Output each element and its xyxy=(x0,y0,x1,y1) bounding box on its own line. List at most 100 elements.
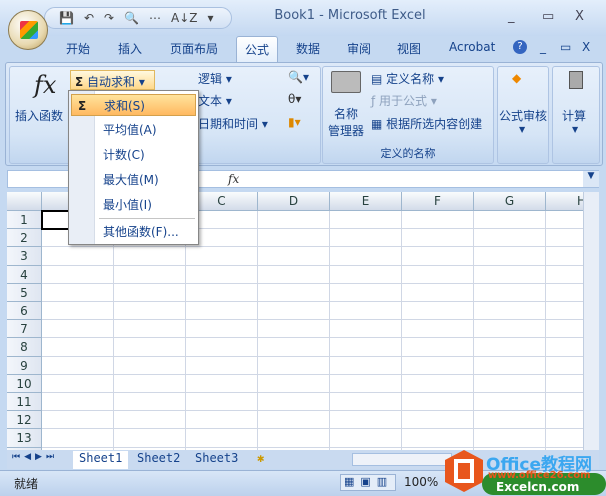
math-trig-icon[interactable]: θ▾ xyxy=(288,92,301,106)
menu-item-average[interactable]: 平均值(A) xyxy=(71,119,196,141)
table-row[interactable] xyxy=(42,247,583,266)
expand-formula-bar-icon[interactable]: ▼ xyxy=(583,171,599,187)
quick-access-toolbar: 💾 ↶ ↷ 🔍 ⋯ A↓Z ▾ xyxy=(44,7,232,29)
insert-function-button[interactable]: 插入函数 xyxy=(15,107,63,124)
table-row[interactable] xyxy=(42,284,583,302)
table-row[interactable] xyxy=(42,266,583,284)
view-buttons[interactable]: ▦▣▥ xyxy=(340,474,396,491)
row-header[interactable]: 7 xyxy=(7,320,42,339)
tab-formulas[interactable]: 公式 xyxy=(236,36,279,63)
shapes-icon[interactable]: ⋯ xyxy=(149,11,161,25)
lookup-reference-icon[interactable]: 🔍▾ xyxy=(288,70,309,84)
formula-auditing-button[interactable]: 公式审核 xyxy=(499,107,547,124)
calculation-button[interactable]: 计算 xyxy=(562,107,586,124)
print-preview-icon[interactable]: 🔍 xyxy=(124,11,139,25)
close-button[interactable]: X xyxy=(575,9,584,24)
calculation-group[interactable]: 计算 ▼ xyxy=(552,66,600,164)
menu-item-count[interactable]: 计数(C) xyxy=(71,144,196,166)
office-logo-icon xyxy=(445,450,483,492)
row-header[interactable]: 4 xyxy=(7,265,42,284)
table-row[interactable] xyxy=(42,393,583,412)
text-button[interactable]: 文本 ▾ xyxy=(198,92,232,109)
datetime-button[interactable]: 日期和时间 ▾ xyxy=(198,115,268,132)
chevron-down-icon: ▼ xyxy=(519,125,526,134)
tab-review[interactable]: 审阅 xyxy=(347,40,371,57)
menu-item-min[interactable]: 最小值(I) xyxy=(71,194,196,216)
sheet-nav-icons[interactable]: ⏮◀▶⏭ xyxy=(12,452,58,462)
insert-sheet-icon[interactable]: ✱ xyxy=(257,451,264,465)
help-icon[interactable]: ? xyxy=(513,40,527,54)
text-label: 文本 xyxy=(198,94,223,108)
row-header[interactable]: 5 xyxy=(7,283,42,302)
table-row[interactable] xyxy=(42,338,583,357)
sort-icon[interactable]: A↓Z xyxy=(171,11,197,25)
row-header[interactable]: 3 xyxy=(7,247,42,266)
sheet-tab-3[interactable]: Sheet3 xyxy=(195,451,238,465)
save-icon[interactable]: 💾 xyxy=(59,11,74,25)
workbook-close-button[interactable]: X xyxy=(582,40,590,54)
row-header[interactable]: 11 xyxy=(7,393,42,412)
row-header[interactable]: 6 xyxy=(7,302,42,321)
fx-icon[interactable]: fx xyxy=(228,172,239,186)
tab-acrobat[interactable]: Acrobat xyxy=(449,40,495,54)
menu-item-sum[interactable]: Σ 求和(S) xyxy=(71,94,196,116)
table-row[interactable] xyxy=(42,411,583,430)
minimize-button[interactable]: _ xyxy=(508,9,515,24)
row-header[interactable]: 13 xyxy=(7,429,42,448)
row-header[interactable]: 8 xyxy=(7,338,42,357)
create-from-selection-button[interactable]: ▦ 根据所选内容创建 xyxy=(371,115,482,132)
defined-names-group: 名称 管理器 ▤ 定义名称 ▾ ƒ 用于公式 ▾ ▦ 根据所选内容创建 定义的名… xyxy=(322,66,494,164)
tab-view[interactable]: 视图 xyxy=(397,40,421,57)
zoom-level[interactable]: 100% xyxy=(404,475,438,489)
workbook-minimize-button[interactable]: _ xyxy=(540,40,546,54)
autosum-label: 自动求和 xyxy=(87,75,136,89)
office-button[interactable] xyxy=(8,10,48,50)
horizontal-scrollbar[interactable] xyxy=(352,453,452,466)
row-header[interactable]: 9 xyxy=(7,356,42,375)
tab-data[interactable]: 数据 xyxy=(296,40,320,57)
sigma-icon: Σ xyxy=(75,75,84,89)
formula-auditing-group[interactable]: ◆ 公式审核 ▼ xyxy=(497,66,549,164)
vertical-scrollbar[interactable] xyxy=(583,192,599,450)
tab-insert[interactable]: 插入 xyxy=(118,40,142,57)
table-row[interactable] xyxy=(42,357,583,375)
create-from-selection-label: 根据所选内容创建 xyxy=(386,117,483,131)
column-header[interactable]: D xyxy=(258,192,330,211)
maximize-button[interactable]: ▭ xyxy=(542,9,554,24)
datetime-label: 日期和时间 xyxy=(198,117,259,131)
sheet-tab-1[interactable]: Sheet1 xyxy=(73,451,129,469)
define-name-button[interactable]: ▤ 定义名称 ▾ xyxy=(371,70,444,87)
redo-icon[interactable]: ↷ xyxy=(104,11,114,25)
table-row[interactable] xyxy=(42,429,583,448)
undo-icon[interactable]: ↶ xyxy=(84,11,94,25)
tab-home[interactable]: 开始 xyxy=(66,40,90,57)
column-header[interactable]: H xyxy=(546,192,583,211)
watermark: Office教程网 www.office26.com Excelcn.com xyxy=(442,448,606,496)
table-row[interactable] xyxy=(42,302,583,321)
name-manager-label-2[interactable]: 管理器 xyxy=(328,122,364,139)
sheet-tab-2[interactable]: Sheet2 xyxy=(137,451,180,465)
watermark-site: Excelcn.com xyxy=(496,480,580,494)
row-header[interactable]: 10 xyxy=(7,374,42,393)
column-header[interactable]: E xyxy=(330,192,402,211)
table-row[interactable] xyxy=(42,320,583,339)
table-row[interactable] xyxy=(42,375,583,393)
fx-icon[interactable]: fx xyxy=(34,71,56,99)
window-title: Book1 - Microsoft Excel xyxy=(274,8,426,23)
autosum-dropdown-menu: Σ 求和(S) 平均值(A) 计数(C) 最大值(M) 最小值(I) 其他函数(F… xyxy=(68,90,199,245)
customize-qat-icon[interactable]: ▾ xyxy=(208,11,214,25)
row-header[interactable]: 12 xyxy=(7,411,42,430)
tab-page-layout[interactable]: 页面布局 xyxy=(170,40,218,57)
row-header[interactable]: 2 xyxy=(7,229,42,248)
autosum-button[interactable]: Σ 自动求和 ▾ xyxy=(70,70,155,90)
row-header[interactable]: 1 xyxy=(7,211,42,230)
name-manager-label-1[interactable]: 名称 xyxy=(334,105,358,122)
select-all-corner[interactable] xyxy=(7,192,42,211)
menu-item-max[interactable]: 最大值(M) xyxy=(71,169,196,191)
menu-item-more-functions[interactable]: 其他函数(F)... xyxy=(71,221,196,243)
workbook-restore-button[interactable]: ▭ xyxy=(560,40,571,54)
column-header[interactable]: G xyxy=(474,192,546,211)
logic-button[interactable]: 逻辑 ▾ xyxy=(198,70,232,87)
more-functions-icon[interactable]: ▮▾ xyxy=(288,115,301,129)
column-header[interactable]: F xyxy=(402,192,474,211)
